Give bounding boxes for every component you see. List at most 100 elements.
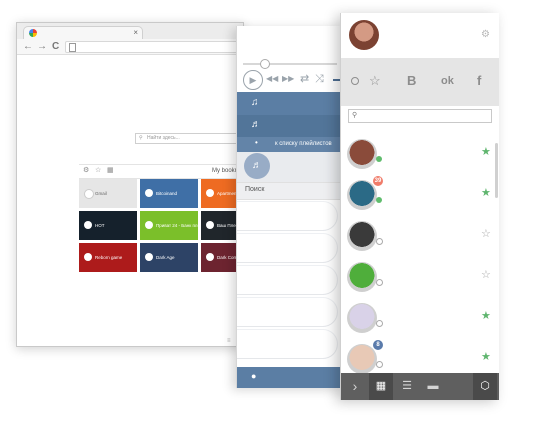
browser-window: × ← → C ⚲ Найти здесь... ⚙ ☆ ▦ My bookm … (16, 22, 259, 347)
track-slot[interactable] (237, 330, 337, 358)
site-icon (84, 253, 92, 261)
friend-avatar[interactable] (347, 262, 377, 292)
tile-label: Apartment (217, 191, 238, 196)
reload-button[interactable]: C (52, 39, 59, 54)
friends-panel: ⚙ ☆ В ok f ⚲ ★ ★ 39 ☆ ☆ ★ ★ 8 › ▦ ☰ ▬ ⬡ (340, 13, 499, 400)
track-slot[interactable] (237, 266, 337, 294)
site-icon (84, 189, 94, 199)
online-status-icon (376, 361, 383, 368)
unread-badge: 8 (373, 340, 383, 350)
shuffle-button[interactable]: ⤨ (315, 72, 324, 86)
star-icon[interactable]: ☆ (95, 166, 101, 176)
unread-badge: 39 (373, 176, 383, 186)
list-view-icon[interactable]: ☰ (395, 373, 419, 400)
tile-label: Приват 24 - Банк пло (156, 223, 198, 228)
site-icon (206, 221, 214, 229)
address-bar[interactable] (65, 41, 239, 53)
site-icon (206, 189, 214, 197)
collapse-arrow-icon[interactable]: › (343, 373, 367, 400)
playlist-icon: ♬ (251, 119, 261, 130)
favorite-star-icon[interactable]: ☆ (481, 227, 491, 241)
friend-avatar[interactable] (347, 221, 377, 251)
tile-label: Bitcoinand (156, 191, 178, 196)
track-search-input[interactable]: Поиск (237, 182, 344, 200)
speed-dial-tile[interactable]: Приват 24 - Банк пло (140, 211, 198, 240)
my-avatar[interactable] (349, 20, 379, 50)
back-button[interactable]: ← (23, 39, 33, 54)
friend-row[interactable]: ★ 39 (341, 176, 493, 216)
speed-dial-tile[interactable]: Reborn game (79, 243, 137, 272)
playlist-row[interactable]: ♬ (237, 152, 344, 182)
friend-row[interactable]: ★ (341, 299, 493, 339)
vk-icon[interactable]: В (407, 72, 416, 90)
playlists-tab[interactable]: ♬ (237, 115, 344, 137)
status-circle-icon[interactable] (351, 77, 359, 85)
friend-avatar[interactable] (347, 303, 377, 333)
profile-header: ⚙ (341, 13, 499, 58)
settings-gear-icon[interactable]: ⚙ (481, 29, 490, 40)
user-icon[interactable]: ● (251, 371, 256, 381)
browser-toolbar: ← → C (17, 39, 243, 55)
site-icon (206, 253, 214, 261)
chat-icon[interactable]: ▬ (421, 373, 445, 400)
site-icon (145, 221, 153, 229)
favorite-star-icon[interactable]: ☆ (481, 268, 491, 282)
favorite-star-icon[interactable]: ★ (481, 186, 491, 200)
track-slot[interactable] (237, 202, 337, 230)
prev-button[interactable]: ◀◀ (266, 72, 278, 86)
speed-dial-tile[interactable]: Gmail (79, 179, 137, 208)
music-tab[interactable]: ♫ (237, 92, 344, 115)
odnoklassniki-icon[interactable]: ok (441, 72, 454, 90)
playlist-cover-icon: ♬ (244, 153, 270, 179)
bookmarks-bar: ⚙ ☆ ▦ My bookm (79, 164, 241, 179)
friend-avatar[interactable] (347, 344, 377, 374)
search-label: Поиск (245, 186, 265, 193)
search-icon: ⚲ (139, 135, 143, 141)
grid-icon[interactable]: ▦ (107, 166, 114, 176)
facebook-icon[interactable]: f (477, 72, 481, 90)
scrollbar[interactable] (495, 143, 498, 198)
grid-view-icon[interactable]: ▦ (369, 373, 393, 400)
repeat-button[interactable]: ⇄ (300, 72, 309, 86)
close-tab-icon[interactable]: × (133, 27, 138, 39)
favorite-star-icon[interactable]: ★ (481, 309, 491, 323)
player-footer: ● (237, 367, 344, 388)
favorite-star-icon[interactable]: ★ (481, 350, 491, 364)
online-status-icon (376, 238, 383, 245)
friend-avatar[interactable] (347, 139, 377, 169)
friend-row[interactable]: ☆ (341, 217, 493, 257)
speed-dial-tile[interactable]: Dark Age (140, 243, 198, 272)
track-slot[interactable] (237, 234, 337, 262)
site-icon (145, 189, 153, 197)
favorites-star-icon[interactable]: ☆ (369, 72, 381, 90)
favorite-star-icon[interactable]: ★ (481, 145, 491, 159)
friend-avatar[interactable] (347, 180, 377, 210)
browser-tab[interactable]: × (23, 26, 143, 40)
chrome-favicon-icon (29, 29, 37, 37)
track-slot[interactable] (237, 298, 337, 326)
player-controls: ▶ ◀◀ ▶▶ ⇄ ⤨ (237, 68, 344, 92)
search-placeholder: Найти здесь... (147, 135, 180, 141)
newtab-search-input[interactable]: ⚲ Найти здесь... (135, 133, 237, 144)
search-icon: ⚲ (352, 112, 358, 119)
speed-dial-tile[interactable]: Bitcoinand (140, 179, 198, 208)
friends-search-input[interactable]: ⚲ (348, 109, 492, 123)
bottom-settings-icon[interactable]: ≡ (227, 338, 231, 344)
tile-label: Dark Age (156, 255, 175, 260)
back-to-playlists[interactable]: • к списку плейлистов (237, 137, 344, 152)
friend-row[interactable]: ★ (341, 135, 493, 175)
online-status-icon (376, 279, 383, 286)
speed-dial-tile[interactable]: HOT (79, 211, 137, 240)
play-button[interactable]: ▶ (243, 70, 263, 90)
back-dot-icon: • (255, 138, 258, 147)
forward-button[interactable]: → (37, 39, 47, 54)
settings-icon[interactable]: ⚙ (83, 166, 89, 176)
progress-track[interactable] (243, 63, 337, 65)
tile-label: Gmail (95, 191, 107, 196)
online-status-icon (376, 320, 383, 327)
tab-bar: × (17, 23, 243, 40)
box-icon[interactable]: ⬡ (473, 373, 497, 400)
friend-row[interactable]: ☆ (341, 258, 493, 298)
next-button[interactable]: ▶▶ (282, 72, 294, 86)
social-network-bar: ☆ В ok f (341, 58, 499, 106)
